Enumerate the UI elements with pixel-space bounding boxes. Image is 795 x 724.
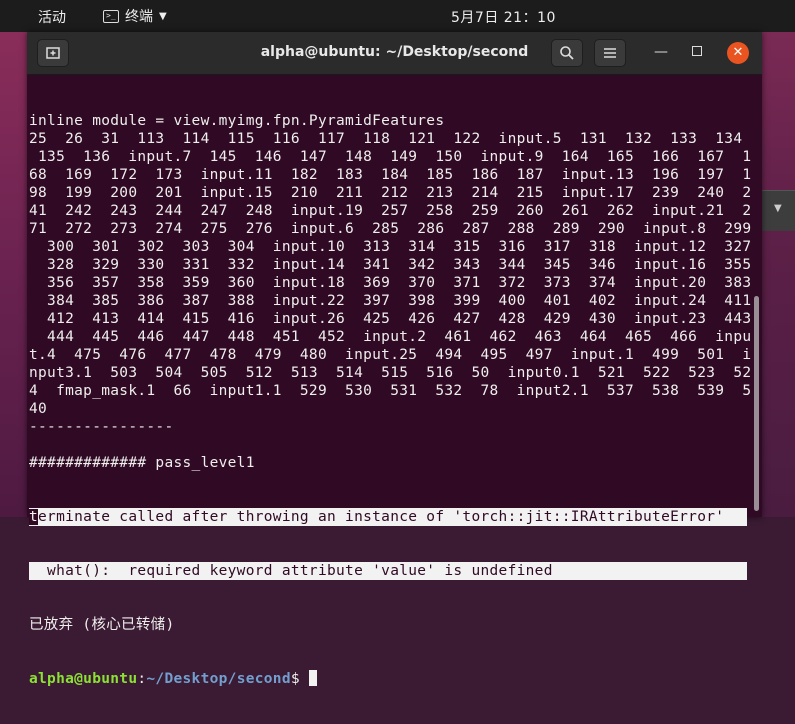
maximize-button[interactable] [692,46,702,56]
search-icon [560,46,574,60]
desktop-background-left [0,32,27,517]
window-title: alpha@ubuntu: ~/Desktop/second [260,44,529,60]
error-detail-text: what(): required keyword attribute 'valu… [29,562,747,580]
terminal-line: 300 301 302 303 304 input.10 313 314 315… [29,239,752,255]
terminal-line: 25 26 31 113 114 115 116 117 118 121 122… [29,131,743,147]
terminal-line: 412 413 414 415 416 input.26 425 426 427… [29,311,752,327]
title-bar[interactable]: alpha@ubuntu: ~/Desktop/second — ✕ [27,32,762,75]
terminal-line: 68 169 172 173 input.11 182 183 184 185 … [29,167,752,183]
terminal-line: 4 fmap_mask.1 66 input1.1 529 530 531 53… [29,383,752,399]
activities-button[interactable]: 活动 [38,7,66,27]
app-name-label: 终端 [125,9,153,25]
top-bar: 活动 >_ 终端 ▼ 5月7日 21：10 [0,0,795,32]
terminal-line: 41 242 243 244 247 248 input.19 257 258 … [29,203,752,219]
terminal-line: ############# pass_level1 [29,455,255,471]
terminal-output[interactable]: inline module = view.myimg.fpn.PyramidFe… [29,76,751,724]
chevron-down-icon[interactable]: ▼ [774,203,782,214]
error-text: erminate called after throwing an instan… [38,509,725,525]
text-cursor [308,670,317,686]
abort-line: 已放弃 (核心已转储) [29,617,175,633]
clock[interactable]: 5月7日 21：10 [451,7,556,27]
close-button[interactable]: ✕ [727,42,749,64]
scrollbar[interactable] [753,76,761,517]
app-menu[interactable]: >_ 终端 ▼ [103,6,167,26]
chevron-down-icon: ▼ [159,10,167,22]
terminal-line: 71 272 273 274 275 276 input.6 285 286 2… [29,221,752,237]
terminal-icon: >_ [103,9,119,23]
prompt-line[interactable]: alpha@ubuntu:~/Desktop/second$ [29,670,751,688]
minimize-button[interactable]: — [654,44,668,60]
terminal-line: 40 [29,401,48,417]
terminal-window[interactable]: alpha@ubuntu: ~/Desktop/second — ✕ inlin… [27,32,762,687]
terminal-line: t.4 475 476 477 478 479 480 input.25 494… [29,347,752,363]
terminal-line: nput3.1 503 504 505 512 513 514 515 516 … [29,365,752,381]
prompt-path: ~/Desktop/second [146,671,291,687]
hamburger-menu-icon [604,48,616,58]
background-window-header[interactable]: ▼ [762,190,795,231]
terminal-line: 444 445 446 447 448 451 452 input.2 461 … [29,329,752,345]
hamburger-menu-button[interactable] [594,39,626,67]
error-line: terminate called after throwing an insta… [29,508,751,526]
prompt-user: alpha@ubuntu [29,671,138,687]
terminal-line: ---------------- [29,419,174,435]
terminal-line: 328 329 330 331 332 input.14 341 342 343… [29,257,752,273]
terminal-lines: inline module = view.myimg.fpn.PyramidFe… [29,112,751,472]
terminal-line: inline module = view.myimg.fpn.PyramidFe… [29,113,445,129]
prompt-separator: : [137,671,147,687]
error-detail-line: what(): required keyword attribute 'valu… [29,562,751,580]
terminal-line: 356 357 358 359 360 input.18 369 370 371… [29,275,752,291]
scrollbar-thumb[interactable] [754,296,759,511]
terminal-line: 135 136 input.7 145 146 147 148 149 150 … [29,149,752,165]
error-first-char: t [29,509,39,525]
terminal-line: 384 385 386 387 388 input.22 397 398 399… [29,293,752,309]
desktop-background-right [762,32,795,517]
terminal-line: 98 199 200 201 input.15 210 211 212 213 … [29,185,752,201]
prompt-symbol: $ [290,671,309,687]
search-button[interactable] [551,39,583,67]
